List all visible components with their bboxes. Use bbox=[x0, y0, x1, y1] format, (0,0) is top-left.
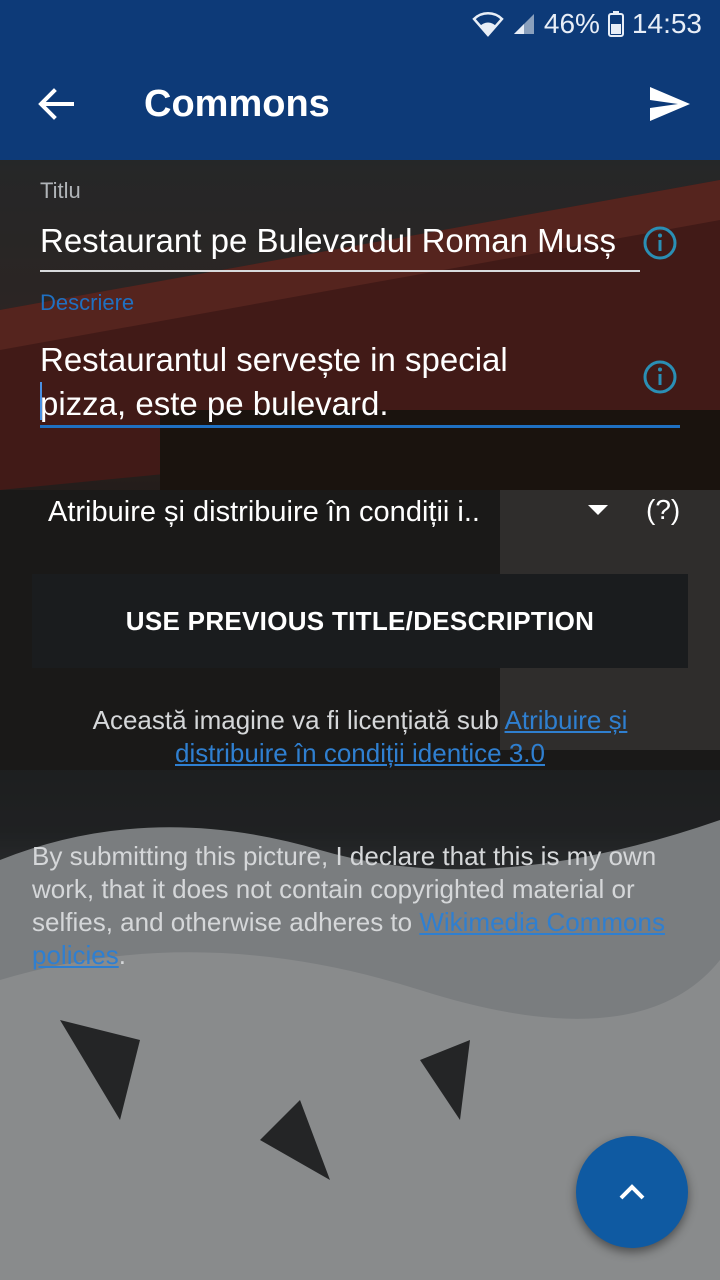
use-previous-button[interactable]: USE PREVIOUS TITLE/DESCRIPTION bbox=[32, 574, 688, 668]
dropdown-arrow-icon[interactable] bbox=[586, 503, 610, 517]
chevron-up-icon bbox=[619, 1184, 645, 1200]
license-help[interactable]: (?) bbox=[646, 494, 680, 526]
info-icon[interactable] bbox=[642, 359, 678, 395]
battery-icon bbox=[607, 11, 624, 37]
send-button[interactable] bbox=[642, 76, 698, 132]
signal-icon bbox=[512, 12, 536, 36]
description-line-2: pizza, este pe bulevard. bbox=[40, 385, 389, 422]
text-caret bbox=[40, 382, 42, 420]
app-bar: Commons bbox=[0, 48, 720, 160]
arrow-left-icon bbox=[38, 88, 74, 120]
scroll-up-fab[interactable] bbox=[576, 1136, 688, 1248]
battery-percent: 46% bbox=[543, 8, 600, 39]
declaration: By submitting this picture, I declare th… bbox=[32, 840, 682, 972]
title-input[interactable]: Restaurant pe Bulevardul Roman Musș bbox=[40, 222, 640, 272]
license-note: Această imagine va fi licențiată sub Atr… bbox=[40, 704, 680, 770]
status-bar: 46% 14:53 bbox=[0, 0, 720, 48]
description-underline bbox=[40, 425, 680, 428]
description-line-1: Restaurantul servește in special bbox=[40, 341, 508, 378]
title-label: Titlu bbox=[40, 178, 81, 203]
send-icon bbox=[650, 87, 690, 121]
declaration-suffix: . bbox=[118, 940, 126, 970]
license-note-prefix: Această imagine va fi licențiată sub bbox=[92, 705, 505, 735]
description-input[interactable]: Restaurantul servește in special pizza, … bbox=[40, 338, 560, 426]
wifi-icon bbox=[472, 11, 504, 37]
back-button[interactable] bbox=[28, 76, 84, 132]
info-icon[interactable] bbox=[642, 225, 678, 261]
app-title: Commons bbox=[144, 82, 330, 125]
clock: 14:53 bbox=[631, 8, 702, 39]
license-selected[interactable]: Atribuire și distribuire în condiții i.. bbox=[48, 496, 480, 529]
description-label: Descriere bbox=[40, 290, 135, 315]
